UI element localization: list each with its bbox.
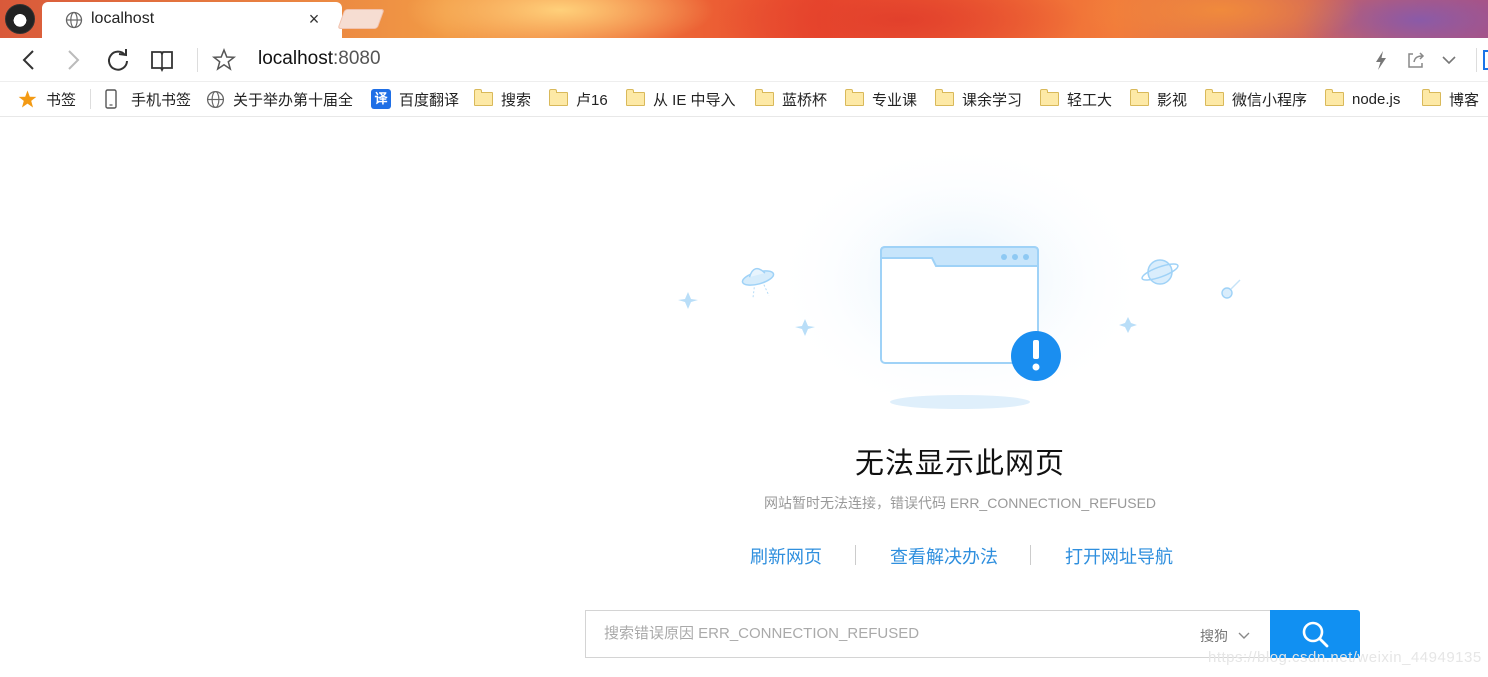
globe-icon (206, 90, 225, 108)
bookmark-divider (90, 89, 91, 109)
bookmark-label: 百度翻译 (399, 91, 460, 109)
browser-avatar-icon[interactable] (5, 4, 35, 34)
bookmark-label: 博客 (1449, 91, 1480, 109)
open-url-navigation-link[interactable]: 打开网址导航 (1065, 543, 1173, 569)
bookmark-label: 轻工大 (1067, 91, 1113, 109)
close-icon[interactable]: × (304, 9, 324, 29)
bookmark-label: 手机书签 (131, 91, 192, 109)
chevron-down-icon[interactable] (1436, 47, 1462, 73)
folder-icon (935, 89, 954, 106)
bookmark-label: 蓝桥杯 (782, 91, 828, 109)
folder-icon (755, 89, 774, 106)
bookmark-label: 卢16 (576, 91, 608, 109)
folder-icon (1205, 89, 1224, 106)
reload-icon[interactable] (105, 47, 131, 73)
share-icon[interactable] (1403, 47, 1429, 73)
tab-localhost[interactable]: localhost × (42, 2, 342, 38)
folder-icon (474, 89, 493, 106)
search-input[interactable] (604, 625, 1164, 642)
bookmark-item[interactable]: 蓝桥杯 (755, 89, 827, 109)
forward-icon[interactable] (60, 47, 86, 73)
search-engine-select[interactable]: 搜狗 (1200, 626, 1252, 646)
folder-icon (1040, 89, 1059, 106)
bookmark-label: 专业课 (872, 91, 918, 109)
bookmark-item[interactable]: 关于举办第十届全 (206, 89, 354, 109)
error-title: 无法显示此网页 (854, 448, 1065, 480)
tab-title: localhost (91, 10, 155, 27)
error-description: 网站暂时无法连接，错误代码 ERR_CONNECTION_REFUSED (763, 495, 1157, 511)
folder-icon (1422, 89, 1441, 106)
action-divider (1030, 545, 1031, 565)
bookmark-item[interactable]: node.js (1325, 89, 1400, 109)
watermark: https://blog.csdn.net/weixin_44949135 (1208, 649, 1482, 666)
bookmark-item[interactable]: 从 IE 中导入 (626, 89, 736, 109)
bookmark-item[interactable]: 博客 (1422, 89, 1488, 109)
bookmark-label: 搜索 (501, 91, 532, 109)
toolbar: localhost:8080 (0, 38, 1488, 82)
folder-icon (1130, 89, 1149, 106)
folder-icon (845, 89, 864, 106)
extension-icon[interactable] (1483, 50, 1488, 70)
view-solutions-link[interactable]: 查看解决办法 (890, 543, 998, 569)
translate-icon: 译 (371, 89, 391, 109)
bookmark-item[interactable]: 译 百度翻译 (371, 89, 459, 109)
phone-icon (105, 89, 117, 109)
bookmarks-bar: 书签 手机书签 关于举办第十届全 译 百度翻译 搜索 卢16 从 IE 中导入 … (0, 82, 1488, 117)
new-tab-button[interactable] (337, 9, 385, 29)
address-host: localhost (258, 48, 333, 69)
bookmark-item[interactable]: 卢16 (549, 89, 608, 109)
toolbar-divider (1476, 48, 1477, 72)
search-engine-label: 搜狗 (1200, 628, 1228, 644)
address-port: :8080 (333, 48, 381, 69)
bookmark-label: 影视 (1157, 91, 1188, 109)
error-illustration (678, 140, 1241, 420)
bookmark-label: 课余学习 (962, 91, 1023, 109)
address-bar[interactable]: localhost:8080 (258, 48, 381, 70)
chevron-down-icon (1238, 632, 1250, 639)
bookmark-item[interactable]: 搜索 (474, 89, 531, 109)
back-icon[interactable] (16, 47, 42, 73)
alert-icon (1011, 331, 1061, 381)
folder-icon (1325, 89, 1344, 106)
lightning-icon[interactable] (1368, 47, 1394, 73)
bookmark-label: 书签 (46, 91, 77, 109)
refresh-page-link[interactable]: 刷新网页 (750, 543, 822, 569)
star-icon[interactable] (211, 47, 237, 73)
folder-icon (549, 89, 568, 106)
bookmark-label: node.js (1352, 90, 1401, 108)
bookmark-label: 关于举办第十届全 (233, 91, 354, 109)
bookmark-item[interactable]: 课余学习 (935, 89, 1022, 109)
search-box: 搜狗 (585, 610, 1270, 658)
bookmark-item[interactable]: 手机书签 (104, 89, 191, 109)
comet-icon (1221, 279, 1241, 299)
bookmark-item[interactable]: 专业课 (845, 89, 917, 109)
bookmark-label: 从 IE 中导入 (653, 91, 736, 109)
star-icon (18, 90, 37, 108)
globe-icon (65, 11, 83, 29)
action-divider (855, 545, 856, 565)
toolbar-divider (197, 48, 198, 72)
bookmark-item[interactable]: 书签 (17, 89, 76, 109)
bookmark-item[interactable]: 影视 (1130, 89, 1187, 109)
tab-strip: localhost × (0, 0, 1488, 38)
bookmark-label: 微信小程序 (1232, 91, 1308, 109)
reader-mode-icon[interactable] (149, 47, 175, 73)
bookmark-item[interactable]: 轻工大 (1040, 89, 1112, 109)
folder-icon (626, 89, 645, 106)
bookmark-item[interactable]: 微信小程序 (1205, 89, 1307, 109)
